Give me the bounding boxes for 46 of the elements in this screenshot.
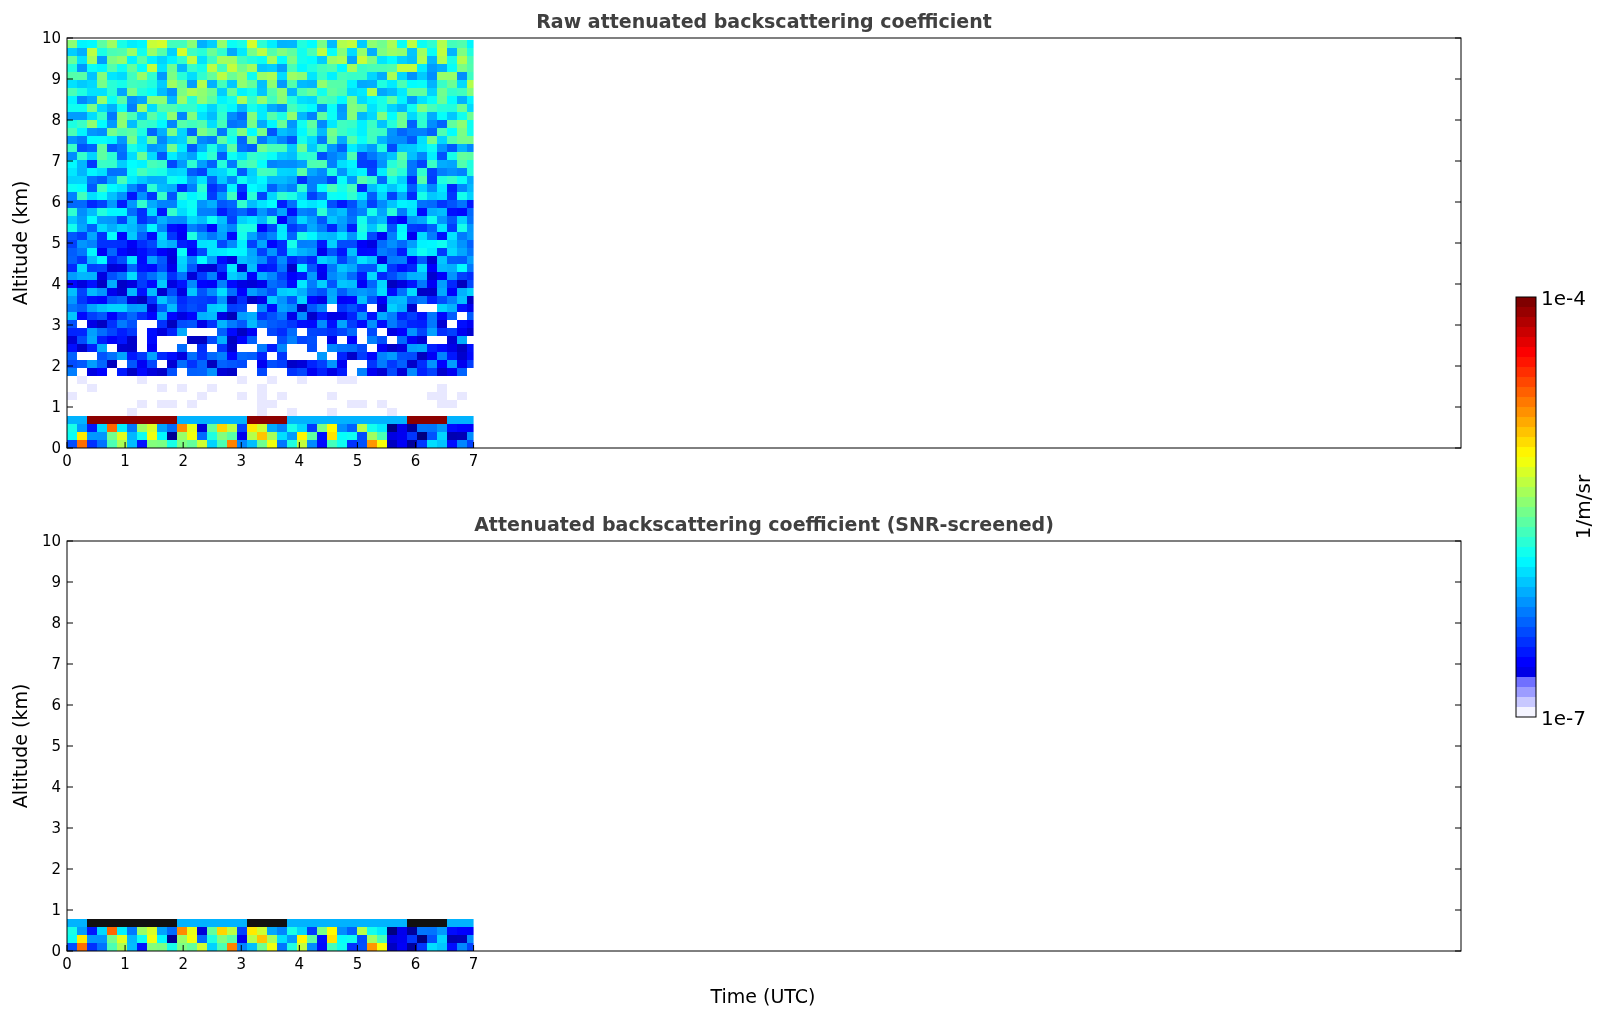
plot-title: Attenuated backscattering coefficient (SNR-screened) xyxy=(474,513,1054,535)
tick-label: 6 xyxy=(410,955,421,973)
tick-label: 5 xyxy=(51,234,61,252)
tick-label: 4 xyxy=(294,955,305,973)
tick-label: 9 xyxy=(51,70,61,88)
tick-label: 3 xyxy=(51,819,61,837)
tick-label: 7 xyxy=(468,452,479,470)
axis-label: Time (UTC) xyxy=(710,985,816,1007)
tick-label: 1 xyxy=(51,901,61,919)
tick-label: 1 xyxy=(120,955,130,973)
tick-label: 1 xyxy=(120,452,130,470)
plot-title: Raw attenuated backscattering coefficient xyxy=(536,10,992,32)
tick-label: 0 xyxy=(51,942,61,960)
tick-label: 0 xyxy=(51,439,61,457)
tick-label: 4 xyxy=(51,275,61,293)
tick-label: 6 xyxy=(51,696,61,714)
colorbar-label: 1e-4 xyxy=(1541,286,1586,310)
tick-label: 7 xyxy=(51,152,61,170)
tick-label: 2 xyxy=(51,357,61,375)
colorbar-unit: 1/m/sr xyxy=(1571,474,1595,540)
tick-label: 5 xyxy=(352,955,363,973)
tick-label: 0 xyxy=(62,955,72,973)
axis-label: Altitude (km) xyxy=(9,683,31,809)
tick-label: 3 xyxy=(51,316,61,334)
tick-label: 2 xyxy=(178,452,188,470)
tick-label: 4 xyxy=(51,778,61,796)
tick-label: 6 xyxy=(51,193,61,211)
tick-label: 6 xyxy=(410,452,421,470)
tick-label: 3 xyxy=(236,955,246,973)
tick-label: 10 xyxy=(41,29,61,47)
tick-label: 1 xyxy=(51,398,61,416)
axis-label: Altitude (km) xyxy=(9,180,31,306)
tick-label: 8 xyxy=(51,111,61,129)
tick-label: 0 xyxy=(62,452,72,470)
tick-label: 10 xyxy=(41,532,61,550)
tick-label: 8 xyxy=(51,614,61,632)
tick-label: 3 xyxy=(236,452,246,470)
tick-label: 5 xyxy=(352,452,363,470)
colorbar-label: 1e-7 xyxy=(1541,706,1586,730)
tick-label: 9 xyxy=(51,573,61,591)
tick-label: 7 xyxy=(468,955,479,973)
tick-label: 2 xyxy=(51,860,61,878)
tick-label: 2 xyxy=(178,955,188,973)
tick-label: 7 xyxy=(51,655,61,673)
tick-label: 5 xyxy=(51,737,61,755)
tick-label: 4 xyxy=(294,452,305,470)
